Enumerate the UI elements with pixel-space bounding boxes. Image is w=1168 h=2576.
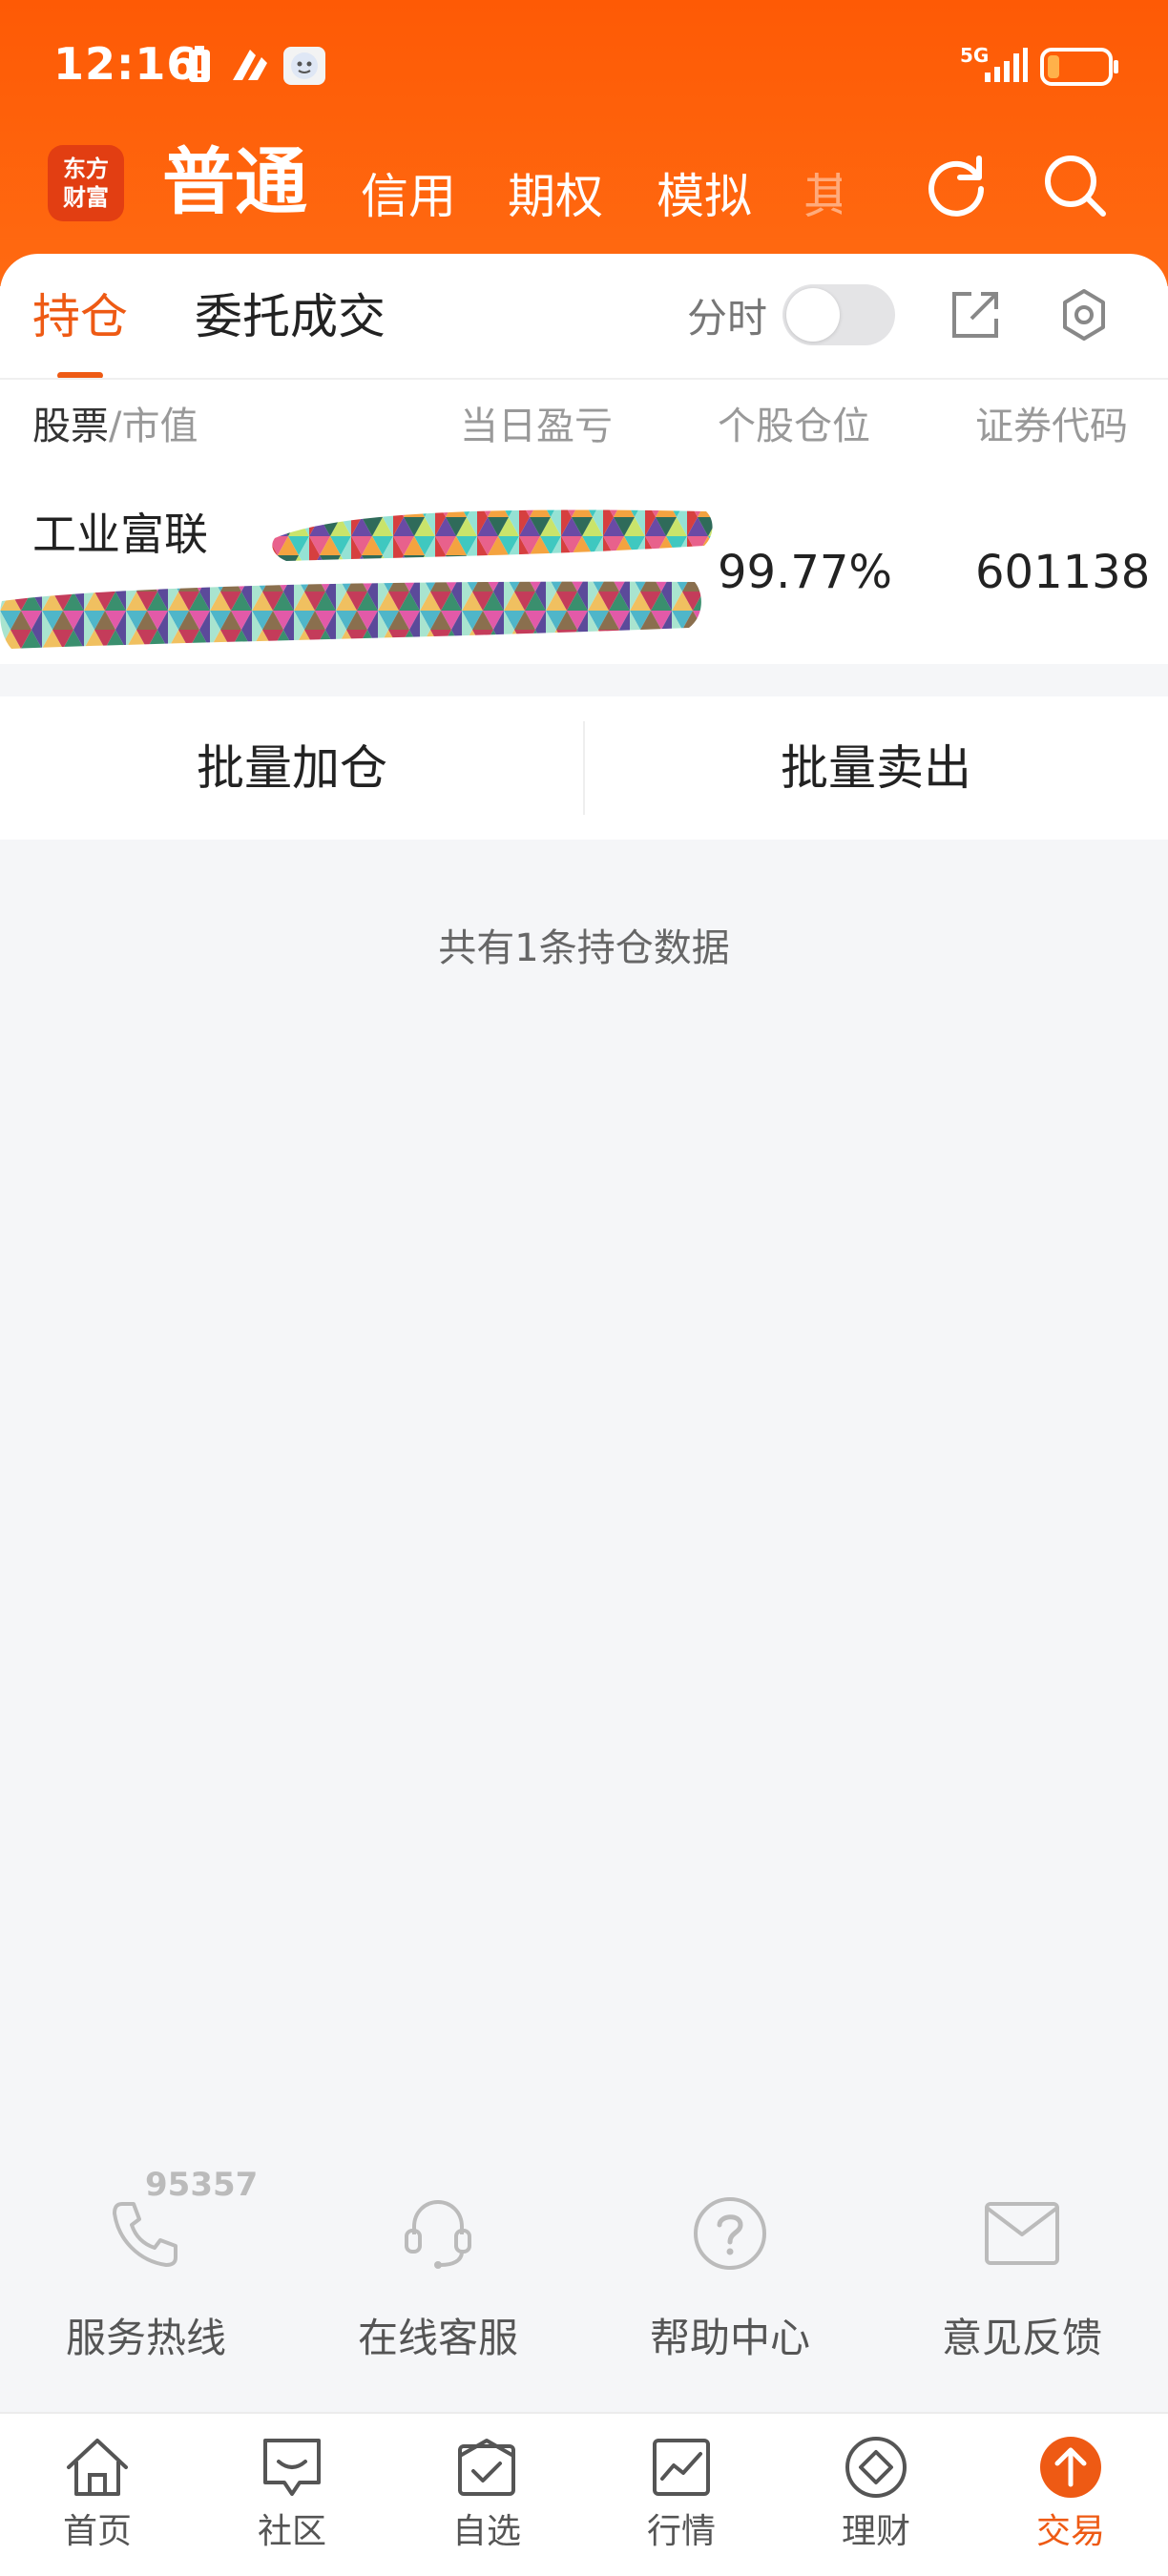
status-bar: 12:16 5G: [0, 0, 1168, 134]
headset-icon: [405, 2199, 471, 2269]
column-header-security-code[interactable]: 证券代码: [975, 403, 1128, 450]
account-tab-other[interactable]: 其: [803, 168, 842, 225]
holdings-summary: 共有1条持仓数据: [438, 926, 730, 970]
help-icon: [694, 2197, 766, 2270]
chat-app-icon: [282, 46, 326, 90]
diamond-icon: [845, 2437, 907, 2498]
chat-icon: [263, 2439, 321, 2496]
refresh-icon[interactable]: [922, 151, 991, 219]
battery-icon: [1040, 48, 1120, 90]
nav-wealth-label: 理财: [841, 2512, 910, 2551]
logo-text-bottom: 财富: [63, 184, 109, 211]
settings-gear-icon[interactable]: [1057, 288, 1111, 342]
status-time: 12:16: [53, 38, 198, 90]
toggle-knob: [786, 288, 840, 342]
account-tab-normal[interactable]: 普通: [162, 139, 307, 225]
signal-icon: [983, 46, 1029, 88]
redaction-mark: [0, 581, 701, 649]
app-header: 12:16 5G 东方 财富 普通 信用 期权 模拟 其: [0, 0, 1168, 286]
service-online-label: 在线客服: [357, 2315, 518, 2361]
nav-market-label: 行情: [646, 2512, 716, 2551]
nav-community-label: 社区: [257, 2512, 326, 2551]
nav-trade-label: 交易: [1035, 2512, 1105, 2551]
watchlist-icon: [458, 2439, 515, 2496]
service-help-label: 帮助中心: [649, 2315, 810, 2361]
header-market-value-label: /市值: [109, 405, 198, 448]
brand-logo[interactable]: 东方 财富: [48, 145, 124, 221]
holding-stock-name: 工业富联: [32, 509, 208, 560]
service-hotline-label: 服务热线: [65, 2315, 226, 2361]
holding-position-weight: 99.77%: [718, 546, 893, 599]
service-online-support[interactable]: 在线客服: [292, 2166, 584, 2361]
mail-icon: [985, 2202, 1059, 2265]
nav-wealth[interactable]: 理财: [779, 2414, 973, 2576]
service-help-center[interactable]: 帮助中心: [584, 2166, 876, 2361]
tab-positions[interactable]: 持仓: [32, 288, 128, 345]
search-icon[interactable]: [1040, 151, 1109, 219]
header-stock-label: 股票: [32, 405, 109, 448]
service-feedback[interactable]: 意见反馈: [876, 2166, 1168, 2361]
nav-watchlist[interactable]: 自选: [389, 2414, 584, 2576]
nav-community[interactable]: 社区: [195, 2414, 389, 2576]
column-header-stock[interactable]: 股票/市值: [32, 403, 198, 450]
trade-icon: [1040, 2437, 1101, 2498]
nav-watchlist-label: 自选: [451, 2512, 521, 2551]
share-icon[interactable]: [949, 288, 1002, 342]
holding-security-code: 601138: [975, 546, 1151, 599]
nav-home[interactable]: 首页: [0, 2414, 195, 2576]
nav-trade[interactable]: 交易: [973, 2414, 1168, 2576]
intraday-toggle[interactable]: [782, 284, 895, 345]
hotline-number: 95357: [145, 2166, 259, 2204]
account-tab-option[interactable]: 期权: [508, 168, 603, 225]
batch-sell-button[interactable]: 批量卖出: [584, 696, 1168, 840]
tab-orders[interactable]: 委托成交: [195, 288, 386, 345]
chart-icon: [653, 2439, 710, 2496]
column-header-position-weight[interactable]: 个股仓位: [718, 403, 870, 450]
account-tab-simulate[interactable]: 模拟: [657, 168, 752, 225]
bottom-navigation: 首页 社区 自选 行情 理财 交易: [0, 2412, 1168, 2576]
batch-action-bar: 批量加仓 批量卖出: [0, 696, 1168, 840]
divider: [0, 378, 1168, 380]
account-tab-credit[interactable]: 信用: [361, 168, 456, 225]
nav-market[interactable]: 行情: [584, 2414, 779, 2576]
redaction-mark: [272, 509, 713, 561]
home-icon: [67, 2439, 128, 2496]
column-header-daily-pnl[interactable]: 当日盈亏: [460, 403, 613, 450]
battery-alert-icon: [187, 46, 212, 88]
nav-home-label: 首页: [62, 2512, 132, 2551]
batch-add-button[interactable]: 批量加仓: [0, 696, 584, 840]
logo-text-top: 东方: [63, 156, 109, 182]
intraday-label: 分时: [687, 295, 768, 342]
app-notification-icon: [229, 46, 271, 88]
service-feedback-label: 意见反馈: [941, 2315, 1102, 2361]
